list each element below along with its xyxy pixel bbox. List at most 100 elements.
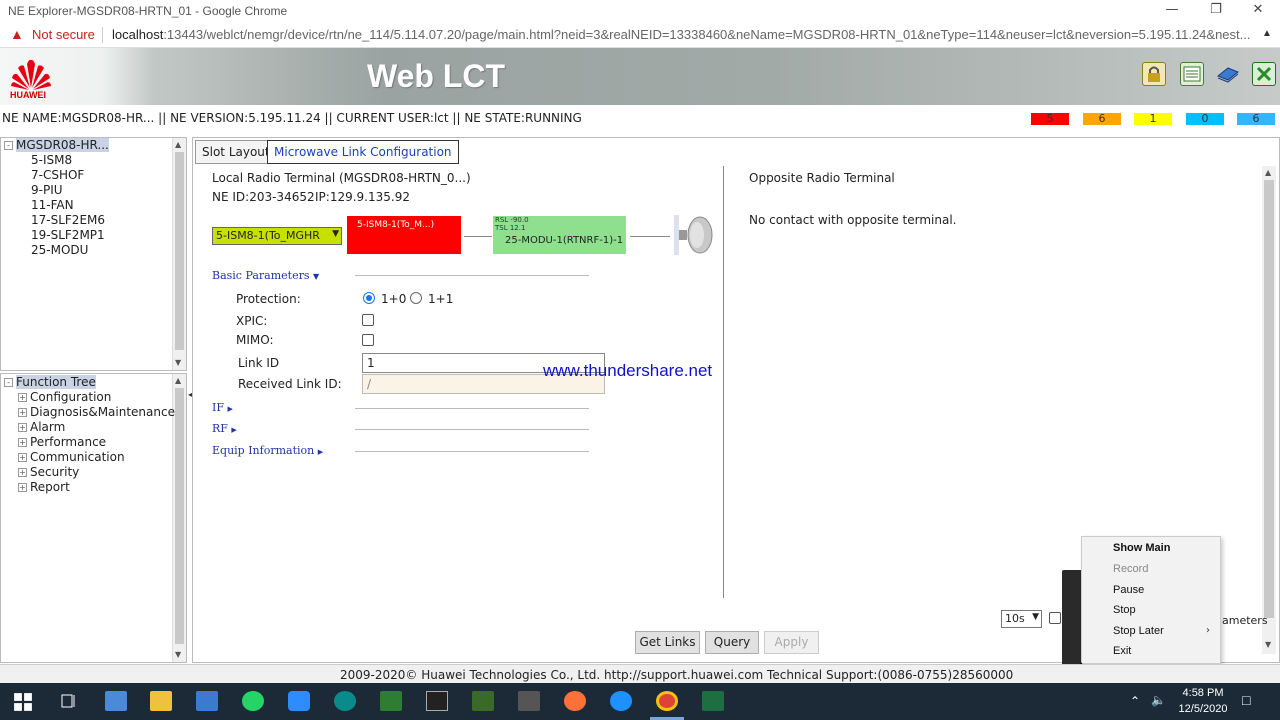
app-icon[interactable]	[518, 691, 540, 711]
get-links-button[interactable]: Get Links	[635, 631, 700, 654]
scroll-down-arrow-icon[interactable]: ▼	[175, 358, 181, 367]
excel-icon[interactable]	[702, 691, 724, 711]
odu-label: 25-MODU-1(RTNRF-1)-1	[505, 235, 624, 246]
tab-slot-layout[interactable]: Slot Layout	[195, 140, 277, 164]
expand-icon[interactable]: +	[18, 423, 27, 432]
firefox-icon[interactable]	[564, 691, 586, 711]
close-button[interactable]: ✕	[1236, 0, 1280, 22]
if-section-header[interactable]: IF ▶	[212, 401, 233, 414]
collapse-icon[interactable]: -	[4, 141, 13, 150]
scroll-down-arrow-icon[interactable]: ▼	[175, 650, 181, 659]
ne-tree-item[interactable]: 11-FAN	[31, 198, 74, 212]
scroll-thumb[interactable]	[1264, 180, 1274, 618]
expand-icon[interactable]: +	[18, 483, 27, 492]
scroll-up-arrow-icon[interactable]: ▲	[175, 140, 181, 149]
expand-icon[interactable]: +	[18, 408, 27, 417]
menu-exit[interactable]: Exit	[1113, 645, 1131, 657]
expand-icon[interactable]: +	[18, 468, 27, 477]
menu-pause[interactable]: Pause	[1113, 584, 1144, 596]
expand-icon[interactable]: +	[18, 393, 27, 402]
board-select[interactable]: 5-ISM8-1(To_MGHR ▼	[212, 227, 342, 245]
volume-muted-icon[interactable]: 🔈	[1151, 693, 1166, 707]
ne-tree-item[interactable]: 17-SLF2EM6	[31, 213, 105, 227]
main-scrollbar[interactable]: ▲ ▼	[1262, 166, 1276, 654]
address-bar[interactable]: ▲ Not secure localhost:13443/weblct/nemg…	[0, 22, 1280, 48]
ne-tree-item[interactable]: 19-SLF2MP1	[31, 228, 105, 242]
windows-start-icon[interactable]	[12, 692, 34, 712]
expand-icon[interactable]: +	[18, 453, 27, 462]
lock-icon[interactable]	[1142, 62, 1166, 86]
menu-stop[interactable]: Stop	[1113, 604, 1136, 616]
help-book-icon[interactable]	[1216, 62, 1240, 86]
ne-tree-item[interactable]: 7-CSHOF	[31, 168, 84, 182]
expand-icon[interactable]: +	[18, 438, 27, 447]
clock-time[interactable]: 4:58 PM	[1178, 687, 1228, 699]
scroll-up-icon[interactable]: ▲	[1262, 28, 1274, 42]
scroll-up-arrow-icon[interactable]: ▲	[1265, 168, 1271, 177]
alarm-major-count[interactable]: 6	[1083, 113, 1121, 125]
menu-show-main[interactable]: Show Main	[1113, 542, 1170, 554]
restore-button[interactable]: ❐	[1194, 0, 1238, 22]
clock-date[interactable]: 12/5/2020	[1172, 703, 1234, 715]
ne-tree-item[interactable]: 5-ISM8	[31, 153, 72, 167]
rf-section-header[interactable]: RF ▶	[212, 422, 237, 435]
tray-chevron-up-icon[interactable]: ⌃	[1130, 694, 1140, 708]
function-tree-root[interactable]: - Function Tree	[4, 375, 96, 389]
scroll-down-arrow-icon[interactable]: ▼	[1265, 640, 1271, 649]
minimize-button[interactable]: —	[1150, 0, 1194, 22]
menu-record[interactable]: Record	[1113, 563, 1148, 575]
alarm-warning-count[interactable]: 0	[1186, 113, 1224, 125]
app-icon[interactable]	[196, 691, 218, 711]
ne-tree-item[interactable]: 9-PIU	[31, 183, 63, 197]
chrome-icon[interactable]	[656, 691, 678, 711]
collapse-icon[interactable]: -	[4, 378, 13, 387]
basic-params-header[interactable]: Basic Parameters ▼	[212, 269, 319, 282]
protection-1plus0-radio[interactable]	[363, 292, 375, 304]
apply-button[interactable]: Apply	[764, 631, 819, 654]
scroll-up-arrow-icon[interactable]: ▲	[175, 376, 181, 385]
function-tree-item-alarm[interactable]: + Alarm	[18, 420, 65, 434]
internet-explorer-icon[interactable]	[610, 691, 632, 711]
notification-icon[interactable]: □	[1242, 692, 1250, 708]
security-label[interactable]: Not secure	[32, 27, 95, 42]
alarm-event-count[interactable]: 6	[1237, 113, 1275, 125]
ne-tree-root[interactable]: - MGSDR08-HR...	[4, 138, 109, 152]
odu-box[interactable]: RSL -90.0 TSL 12.1 25-MODU-1(RTNRF-1)-1	[493, 216, 626, 254]
app-icon[interactable]	[472, 691, 494, 711]
function-tree-item-configuration[interactable]: + Configuration	[18, 390, 111, 404]
app-icon[interactable]	[334, 691, 356, 711]
function-tree-item-security[interactable]: + Security	[18, 465, 79, 479]
function-tree-item-report[interactable]: + Report	[18, 480, 70, 494]
mimo-checkbox[interactable]	[362, 334, 374, 346]
scroll-thumb[interactable]	[175, 388, 184, 644]
alarm-minor-count[interactable]: 1	[1134, 113, 1172, 125]
ne-tree-scrollbar[interactable]: ▲ ▼	[172, 138, 186, 370]
auto-refresh-checkbox[interactable]	[1049, 612, 1061, 624]
terminal-icon[interactable]	[426, 691, 448, 711]
ne-tree-item[interactable]: 25-MODU	[31, 243, 88, 257]
app-icon[interactable]	[380, 691, 402, 711]
tab-microwave-link-config[interactable]: Microwave Link Configuration	[267, 140, 459, 164]
refresh-interval-select[interactable]: 10s ▼	[1001, 610, 1042, 628]
zoom-icon[interactable]	[288, 691, 310, 711]
report-icon[interactable]	[1180, 62, 1204, 86]
scroll-thumb[interactable]	[175, 152, 184, 350]
function-tree-item-diagnosis[interactable]: + Diagnosis&Maintenance	[18, 405, 175, 419]
function-tree-item-performance[interactable]: + Performance	[18, 435, 106, 449]
file-explorer-icon[interactable]	[150, 691, 172, 711]
url-text[interactable]: localhost:13443/weblct/nemgr/device/rtn/…	[112, 27, 1262, 42]
menu-stop-later[interactable]: Stop Later	[1113, 625, 1164, 637]
alarm-critical-count[interactable]: 5	[1031, 113, 1069, 125]
function-tree-item-communication[interactable]: + Communication	[18, 450, 125, 464]
app-icon[interactable]	[105, 691, 127, 711]
xpic-checkbox[interactable]	[362, 314, 374, 326]
protection-1plus1-radio[interactable]	[410, 292, 422, 304]
watermark-text: www.thundershare.net	[543, 361, 713, 380]
equip-section-header[interactable]: Equip Information ▶	[212, 444, 323, 457]
query-button[interactable]: Query	[705, 631, 759, 654]
if-board-box[interactable]: 5-ISM8-1(To_M...)	[347, 216, 461, 254]
whatsapp-icon[interactable]	[242, 691, 264, 711]
task-view-icon[interactable]	[58, 691, 80, 711]
exit-icon[interactable]	[1252, 62, 1276, 86]
warning-icon[interactable]: ▲	[10, 26, 24, 42]
